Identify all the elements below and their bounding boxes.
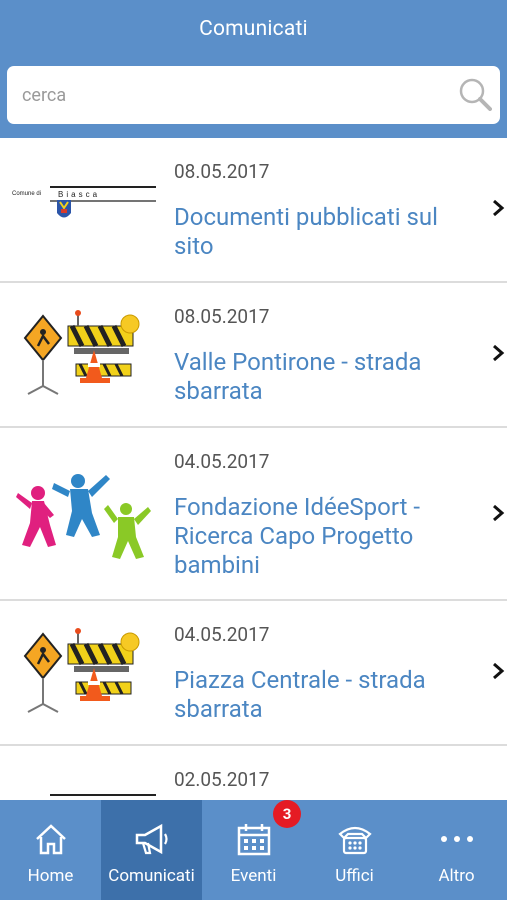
tab-label: Altro [438,866,475,886]
chevron-right-icon[interactable] [491,343,505,363]
app-header: Comunicati [0,0,507,138]
item-title[interactable]: Piazza Centrale - strada sbarrata [174,666,474,724]
tab-altro[interactable]: Altro [406,800,507,900]
item-date: 02.05.2017 [174,768,270,791]
roadworks-barrier-image [23,310,140,395]
jumping-people-image [16,474,151,559]
logo-text: Comune di [12,191,41,197]
item-date: 08.05.2017 [174,305,270,328]
bottom-tab-bar: Home Comunicati Eventi Uffici Altro [0,800,507,900]
chevron-right-icon[interactable] [491,198,505,218]
chevron-right-icon[interactable] [491,503,505,523]
search-icon[interactable] [458,77,492,111]
list-item[interactable]: 02.05.2017 [0,746,507,800]
item-date: 04.05.2017 [174,450,270,473]
item-title[interactable]: Valle Pontirone - strada sbarrata [174,348,474,406]
megaphone-icon [135,823,168,855]
logo-name: Biasca [58,190,100,199]
item-date: 04.05.2017 [174,623,270,646]
chevron-right-icon[interactable] [491,661,505,681]
tab-label: Home [27,866,74,886]
tab-comunicati[interactable]: Comunicati [101,800,202,900]
roadworks-barrier-image [23,628,140,713]
home-icon [35,824,66,855]
item-date: 08.05.2017 [174,160,270,183]
calendar-icon [237,824,270,856]
page-title: Comunicati [199,17,308,41]
list-item[interactable]: 04.05.2017 Piazza Centrale - strada sbar… [0,601,507,746]
item-title[interactable]: Documenti pubblicati sul sito [174,203,474,261]
list-item[interactable]: Comune di Biasca 08.05.2017 Documenti pu… [0,138,507,283]
tab-label: Comunicati [108,866,195,886]
notification-badge: 3 [273,800,301,828]
item-title[interactable]: Fondazione IdéeSport - Ricerca Capo Prog… [174,493,474,580]
tab-label: Eventi [230,866,277,886]
tab-uffici[interactable]: Uffici [304,800,405,900]
more-icon [440,836,473,842]
phone-icon [337,826,372,855]
search-input[interactable] [7,66,462,124]
list-item[interactable]: 08.05.2017 Valle Pontirone - strada sbar… [0,283,507,428]
communications-list: Comune di Biasca 08.05.2017 Documenti pu… [0,138,507,800]
list-item[interactable]: 04.05.2017 Fondazione IdéeSport - Ricerc… [0,428,507,601]
tab-label: Uffici [335,866,374,886]
comune-di-biasca-logo: Comune di Biasca [12,186,156,218]
search-box[interactable] [7,66,500,124]
tab-home[interactable]: Home [0,800,101,900]
comune-di-biasca-logo [50,794,156,796]
